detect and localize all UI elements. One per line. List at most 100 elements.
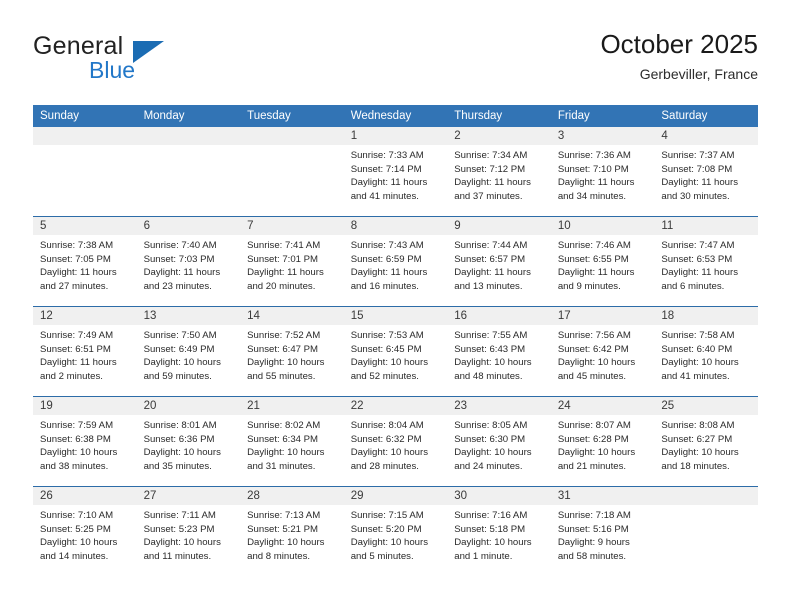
daylight-duration-line2: and 6 minutes.: [661, 280, 725, 292]
calendar-day-cell[interactable]: 11 Sunrise: 7:47 AM Sunset: 6:53 PM Dayligh…: [654, 216, 758, 307]
calendar-day-cell[interactable]: 12 Sunrise: 7:49 AM Sunset: 6:51 PM Dayligh…: [33, 306, 137, 397]
sunset-time: Sunset: 6:55 PM: [557, 253, 629, 265]
day-number: 14: [240, 307, 344, 325]
day-number: 25: [654, 397, 758, 415]
calendar-day-cell[interactable]: 31 Sunrise: 7:18 AM Sunset: 5:16 PM Dayligh…: [550, 486, 655, 576]
day-number: 21: [240, 397, 344, 415]
calendar-day-cell[interactable]: 9 Sunrise: 7:44 AM Sunset: 6:57 PM Daylight…: [447, 216, 551, 307]
day-details: Sunrise: 8:02 AM Sunset: 6:34 PM Daylight:…: [240, 415, 344, 473]
day-details: Sunrise: 7:33 AM Sunset: 7:14 PM Daylight:…: [344, 145, 448, 203]
calendar-day-cell[interactable]: 25 Sunrise: 8:08 AM Sunset: 6:27 PM Dayligh…: [654, 396, 758, 487]
daylight-duration-line2: and 1 minute.: [454, 550, 513, 562]
calendar-day-cell[interactable]: 13 Sunrise: 7:50 AM Sunset: 6:49 PM Dayligh…: [136, 306, 241, 397]
day-details: Sunrise: 7:55 AM Sunset: 6:43 PM Daylight:…: [447, 325, 551, 383]
calendar-day-cell[interactable]: 4 Sunrise: 7:37 AM Sunset: 7:08 PM Daylight…: [654, 127, 758, 217]
day-number: 3: [550, 127, 655, 145]
day-details: [33, 145, 137, 149]
sunrise-time: Sunrise: 7:40 AM: [143, 240, 217, 251]
sunset-time: Sunset: 6:28 PM: [557, 433, 629, 445]
sunrise-time: Sunrise: 7:10 AM: [40, 510, 114, 521]
sunset-time: Sunset: 6:53 PM: [661, 253, 733, 265]
calendar-day-cell[interactable]: 2 Sunrise: 7:34 AM Sunset: 7:12 PM Daylight…: [447, 127, 551, 217]
calendar-day-cell[interactable]: 30 Sunrise: 7:16 AM Sunset: 5:18 PM Dayligh…: [447, 486, 551, 576]
day-details: Sunrise: 8:05 AM Sunset: 6:30 PM Daylight:…: [447, 415, 551, 473]
calendar-day-cell[interactable]: 17 Sunrise: 7:56 AM Sunset: 6:42 PM Dayligh…: [550, 306, 655, 397]
day-number: 26: [33, 487, 137, 505]
day-number: 4: [654, 127, 758, 145]
day-details: Sunrise: 7:34 AM Sunset: 7:12 PM Daylight:…: [447, 145, 551, 203]
weekday-header-monday: Monday: [136, 105, 241, 127]
calendar-day-cell[interactable]: 23 Sunrise: 8:05 AM Sunset: 6:30 PM Dayligh…: [447, 396, 551, 487]
calendar-day-cell[interactable]: 6 Sunrise: 7:40 AM Sunset: 7:03 PM Daylight…: [136, 216, 241, 307]
daylight-duration-line2: and 35 minutes.: [143, 460, 212, 472]
sunset-time: Sunset: 7:10 PM: [557, 163, 629, 175]
calendar-day-cell[interactable]: 27 Sunrise: 7:11 AM Sunset: 5:23 PM Dayligh…: [136, 486, 241, 576]
day-number: 30: [447, 487, 551, 505]
calendar-day-cell[interactable]: 14 Sunrise: 7:52 AM Sunset: 6:47 PM Dayligh…: [240, 306, 344, 397]
daylight-duration-line1: Daylight: 11 hours: [557, 177, 635, 189]
daylight-duration-line1: Daylight: 10 hours: [454, 447, 532, 459]
sunrise-time: Sunrise: 7:55 AM: [454, 330, 528, 341]
day-details: Sunrise: 7:36 AM Sunset: 7:10 PM Daylight:…: [551, 145, 655, 203]
daylight-duration-line2: and 30 minutes.: [661, 190, 730, 202]
daylight-duration-line2: and 27 minutes.: [40, 280, 109, 292]
calendar-day-cell[interactable]: 15 Sunrise: 7:53 AM Sunset: 6:45 PM Dayligh…: [343, 306, 448, 397]
daylight-duration-line1: Daylight: 11 hours: [40, 267, 117, 279]
sunset-time: Sunset: 5:21 PM: [247, 523, 319, 535]
calendar-day-cell[interactable]: 5 Sunrise: 7:38 AM Sunset: 7:05 PM Daylight…: [33, 216, 137, 307]
calendar-day-cell[interactable]: 20 Sunrise: 8:01 AM Sunset: 6:36 PM Dayligh…: [136, 396, 241, 487]
daylight-duration-line2: and 16 minutes.: [350, 280, 419, 292]
day-number: 5: [33, 217, 137, 235]
calendar-day-cell[interactable]: 21 Sunrise: 8:02 AM Sunset: 6:34 PM Dayligh…: [240, 396, 344, 487]
calendar-day-cell-empty: [33, 127, 137, 217]
day-details: Sunrise: 7:44 AM Sunset: 6:57 PM Daylight:…: [447, 235, 551, 293]
calendar-day-cell[interactable]: 19 Sunrise: 7:59 AM Sunset: 6:38 PM Dayligh…: [33, 396, 137, 487]
calendar-day-cell[interactable]: 1 Sunrise: 7:33 AM Sunset: 7:14 PM Daylight…: [343, 127, 448, 217]
day-number: 10: [550, 217, 655, 235]
daylight-duration-line1: Daylight: 10 hours: [557, 357, 636, 369]
daylight-duration-line2: and 23 minutes.: [143, 280, 212, 292]
daylight-duration-line1: Daylight: 11 hours: [40, 357, 117, 369]
sunset-time: Sunset: 6:34 PM: [247, 433, 319, 445]
daylight-duration-line1: Daylight: 10 hours: [143, 447, 221, 459]
sunset-time: Sunset: 6:27 PM: [661, 433, 733, 445]
daylight-duration-line2: and 37 minutes.: [454, 190, 523, 202]
calendar-day-cell[interactable]: 7 Sunrise: 7:41 AM Sunset: 7:01 PM Daylight…: [240, 216, 344, 307]
daylight-duration-line1: Daylight: 10 hours: [454, 357, 532, 369]
daylight-duration-line2: and 24 minutes.: [454, 460, 523, 472]
calendar-day-cell-empty: [240, 127, 344, 217]
sunrise-time: Sunrise: 7:59 AM: [40, 420, 114, 431]
day-number: 23: [447, 397, 551, 415]
calendar-day-cell[interactable]: 16 Sunrise: 7:55 AM Sunset: 6:43 PM Dayligh…: [447, 306, 551, 397]
sunrise-time: Sunrise: 7:38 AM: [40, 240, 114, 251]
general-blue-logo[interactable]: General Blue: [33, 32, 263, 90]
calendar-body: 1 Sunrise: 7:33 AM Sunset: 7:14 PM Daylight…: [33, 127, 758, 576]
sunset-time: Sunset: 5:18 PM: [454, 523, 526, 535]
calendar-day-cell[interactable]: 3 Sunrise: 7:36 AM Sunset: 7:10 PM Daylight…: [550, 127, 655, 217]
calendar-day-cell[interactable]: 10 Sunrise: 7:46 AM Sunset: 6:55 PM Dayligh…: [550, 216, 655, 307]
calendar-day-cell[interactable]: 26 Sunrise: 7:10 AM Sunset: 5:25 PM Dayligh…: [33, 486, 137, 576]
sunrise-time: Sunrise: 8:04 AM: [350, 420, 424, 431]
calendar-day-cell[interactable]: 24 Sunrise: 8:07 AM Sunset: 6:28 PM Dayligh…: [550, 396, 655, 487]
daylight-duration-line2: and 38 minutes.: [40, 460, 109, 472]
day-number: [136, 127, 241, 145]
calendar-day-cell[interactable]: 29 Sunrise: 7:15 AM Sunset: 5:20 PM Dayligh…: [343, 486, 448, 576]
sunrise-time: Sunrise: 7:16 AM: [454, 510, 528, 521]
calendar-day-cell[interactable]: 18 Sunrise: 7:58 AM Sunset: 6:40 PM Dayligh…: [654, 306, 758, 397]
sunrise-time: Sunrise: 7:52 AM: [247, 330, 321, 341]
day-number: [240, 127, 344, 145]
calendar-day-cell[interactable]: 8 Sunrise: 7:43 AM Sunset: 6:59 PM Daylight…: [343, 216, 448, 307]
day-number: 18: [654, 307, 758, 325]
day-details: Sunrise: 7:15 AM Sunset: 5:20 PM Daylight:…: [344, 505, 448, 563]
daylight-duration-line2: and 8 minutes.: [247, 550, 311, 562]
calendar-day-cell[interactable]: 28 Sunrise: 7:13 AM Sunset: 5:21 PM Dayligh…: [240, 486, 344, 576]
calendar-week-row: 26 Sunrise: 7:10 AM Sunset: 5:25 PM Dayligh…: [33, 486, 758, 576]
daylight-duration-line1: Daylight: 10 hours: [247, 447, 325, 459]
day-details: Sunrise: 7:38 AM Sunset: 7:05 PM Daylight:…: [33, 235, 137, 293]
day-details: Sunrise: 8:07 AM Sunset: 6:28 PM Daylight:…: [551, 415, 655, 473]
calendar-day-cell[interactable]: 22 Sunrise: 8:04 AM Sunset: 6:32 PM Dayligh…: [343, 396, 448, 487]
daylight-duration-line1: Daylight: 10 hours: [143, 357, 221, 369]
daylight-duration-line1: Daylight: 10 hours: [661, 447, 739, 459]
sunrise-time: Sunrise: 7:18 AM: [557, 510, 631, 521]
calendar-week-row: 5 Sunrise: 7:38 AM Sunset: 7:05 PM Daylight…: [33, 216, 758, 307]
